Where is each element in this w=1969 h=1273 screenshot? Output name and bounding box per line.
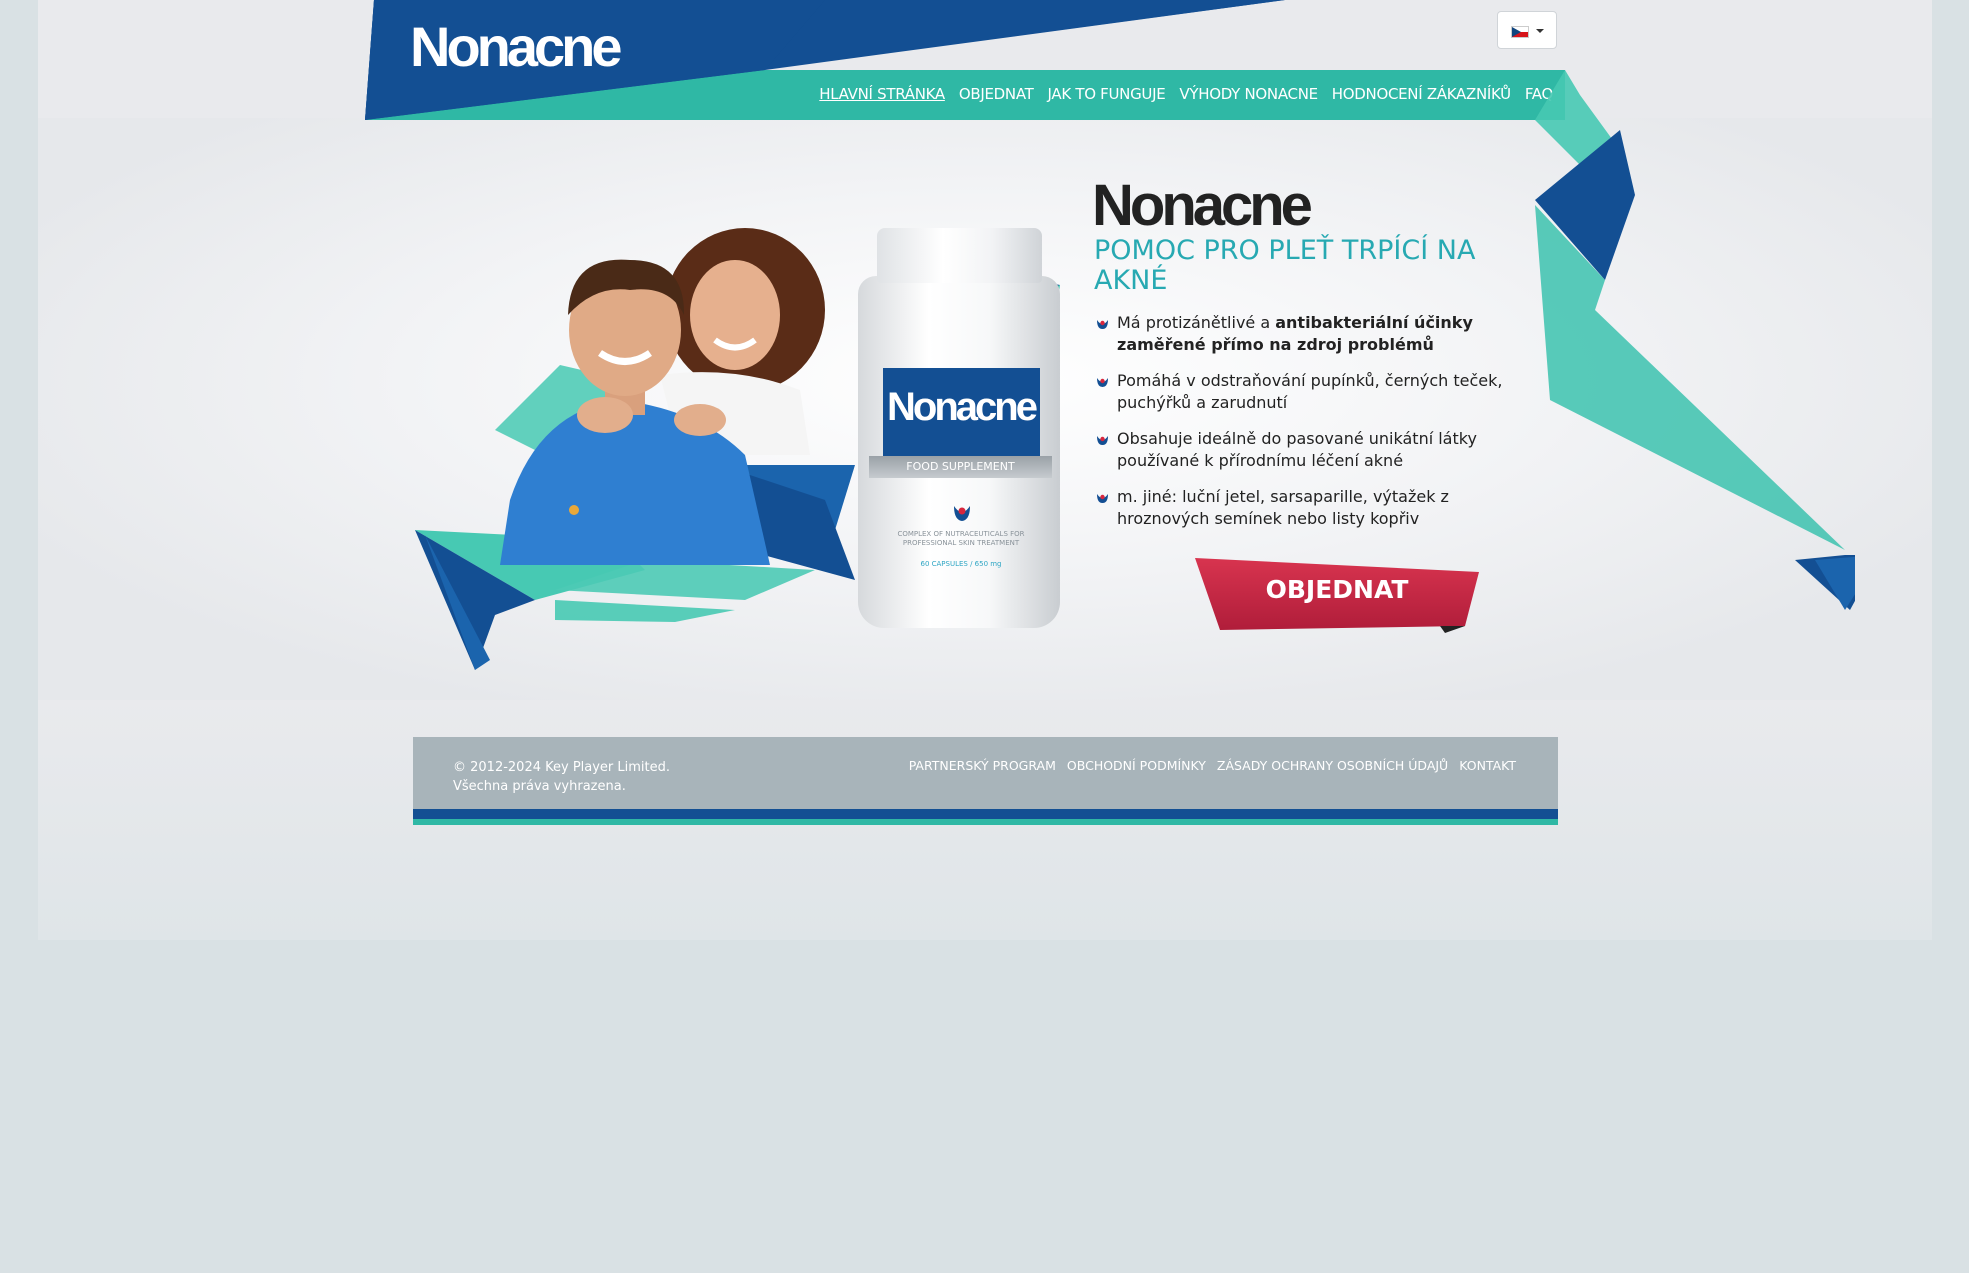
nav-item-home[interactable]: HLAVNÍ STRÁNKA [819, 85, 945, 103]
benefit-item: Obsahuje ideálně do pasované unikátní lá… [1094, 428, 1534, 472]
brand-mark-icon [954, 506, 970, 521]
cz-flag-icon [1511, 26, 1529, 38]
copyright: © 2012-2024 Key Player Limited. Všechna … [453, 760, 671, 794]
main-nav: HLAVNÍ STRÁNKA OBJEDNAT JAK TO FUNGUJE V… [819, 85, 1553, 103]
couple-image [500, 228, 825, 565]
nav-item-how-it-works[interactable]: JAK TO FUNGUJE [1048, 85, 1166, 103]
product-brand-title: Nonacne [1092, 173, 1313, 238]
bullet-mark-icon [1097, 378, 1108, 387]
product-headline: POMOC PRO PLEŤ TRPÍCÍ NA AKNÉ [1094, 235, 1476, 296]
footer-link-contact[interactable]: KONTAKT [1459, 758, 1516, 773]
footer-link-terms[interactable]: OBCHODNÍ PODMÍNKY [1067, 758, 1206, 773]
bullet-mark-icon [1097, 320, 1108, 329]
footer-link-partner-program[interactable]: PARTNERSKÝ PROGRAM [909, 758, 1056, 773]
nav-item-reviews[interactable]: HODNOCENÍ ZÁKAZNÍKŮ [1332, 85, 1511, 103]
site-logo[interactable]: Nonacne [410, 14, 622, 79]
bullet-mark-icon [1097, 494, 1108, 503]
benefit-item: Má protizánětlivé a antibakteriální účin… [1094, 312, 1534, 356]
bottle-band: FOOD SUPPLEMENT [869, 456, 1052, 478]
language-select[interactable] [1497, 11, 1557, 49]
bottle-logo: Nonacne [887, 385, 1038, 429]
bullet-mark-icon [1097, 436, 1108, 445]
footer-links: PARTNERSKÝ PROGRAM OBCHODNÍ PODMÍNKY ZÁS… [909, 758, 1516, 773]
bottle-capsules: 60 CAPSULES / 650 mg [920, 560, 1002, 568]
chevron-down-icon [1536, 29, 1544, 33]
benefit-list: Má protizánětlivé a antibakteriální účin… [1094, 312, 1534, 544]
right-decor-shards [1535, 70, 1855, 610]
nav-item-order[interactable]: OBJEDNAT [959, 85, 1034, 103]
bottle-description: COMPLEX OF NUTRACEUTICALS FOR PROFESSION… [897, 530, 1025, 547]
order-button[interactable] [1195, 556, 1479, 633]
footer-link-privacy[interactable]: ZÁSADY OCHRANY OSOBNÍCH ÚDAJŮ [1217, 758, 1448, 773]
benefit-item: m. jiné: luční jetel, sarsaparille, výta… [1094, 486, 1534, 530]
benefit-item: Pomáhá v odstraňování pupínků, černých t… [1094, 370, 1534, 414]
bottle-cap [877, 228, 1042, 283]
nav-item-benefits[interactable]: VÝHODY NONACNE [1179, 85, 1318, 103]
footer-stripe [413, 809, 1558, 819]
footer-stripe [413, 819, 1558, 825]
